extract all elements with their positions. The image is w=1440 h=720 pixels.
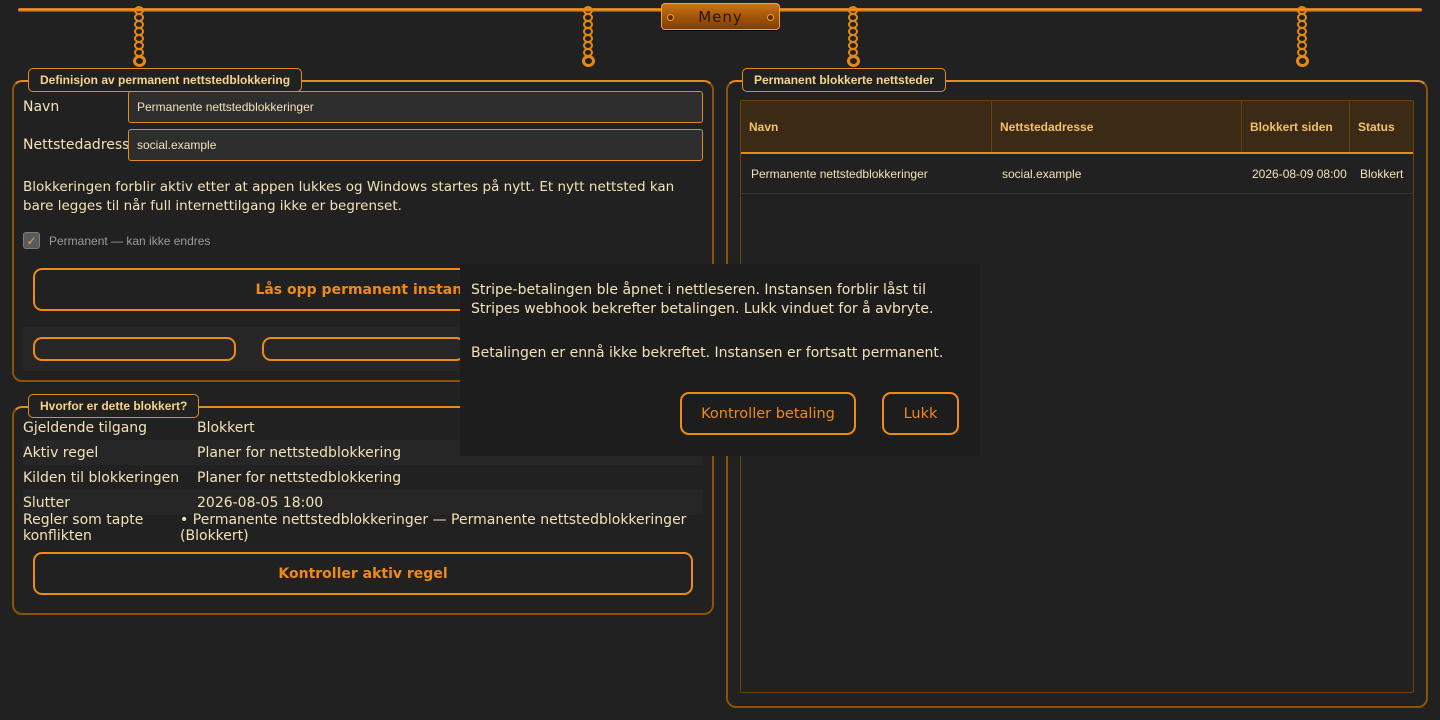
info-row: Kilden til blokkeringen Planer for nettst…	[23, 469, 402, 486]
column-header-since[interactable]: Blokkert siden	[1242, 101, 1350, 152]
permanent-checkbox-label: Permanent — kan ikke endres	[49, 233, 211, 248]
column-header-name[interactable]: Navn	[741, 101, 992, 152]
definition-description: Blokkeringen forblir aktiv etter at appe…	[23, 179, 675, 214]
check-payment-button[interactable]: Kontroller betaling	[680, 392, 856, 435]
cell-since: 2026-08-09 08:00	[1252, 166, 1347, 181]
chain-icon	[132, 6, 146, 67]
payment-dialog: Stripe-betalingen ble åpnet i nettlesere…	[460, 264, 980, 456]
permanent-checkbox-row: ✓ Permanent — kan ikke endres	[23, 232, 210, 249]
table-header: Navn Nettstedadresse Blokkert siden Stat…	[741, 101, 1413, 154]
cell-status: Blokkert	[1360, 166, 1404, 181]
cell-address: social.example	[1002, 166, 1082, 181]
check-active-rule-label: Kontroller aktiv regel	[278, 565, 448, 582]
check-active-rule-button[interactable]: Kontroller aktiv regel	[33, 552, 693, 595]
column-header-address[interactable]: Nettstedadresse	[992, 101, 1242, 152]
chain-icon	[1295, 6, 1309, 67]
dialog-status: Betalingen er ennå ikke bekreftet. Insta…	[471, 345, 944, 361]
info-row: Regler som tapte konflikten • Permanente …	[23, 511, 687, 544]
table-row[interactable]: Permanente nettstedblokkeringer social.e…	[741, 154, 1413, 194]
menu-button[interactable]: Meny	[661, 3, 780, 30]
screw-icon	[667, 14, 674, 21]
address-label: Nettstedadresse	[23, 137, 139, 153]
checkmark-icon: ✓	[26, 233, 37, 248]
close-dialog-button[interactable]: Lukk	[882, 392, 959, 435]
definition-legend: Definisjon av permanent nettstedblokkeri…	[28, 68, 303, 92]
dialog-message: Stripe-betalingen ble åpnet i nettlesere…	[471, 282, 934, 317]
cell-name: Permanente nettstedblokkeringer	[751, 166, 928, 181]
secondary-button-1[interactable]	[33, 337, 236, 361]
address-field[interactable]: social.example	[128, 129, 703, 161]
close-dialog-label: Lukk	[903, 405, 938, 422]
permanent-checkbox[interactable]: ✓	[23, 232, 40, 249]
chain-icon	[846, 6, 860, 67]
check-payment-label: Kontroller betaling	[701, 405, 835, 422]
name-label: Navn	[23, 99, 60, 115]
chain-icon	[581, 6, 595, 67]
name-field[interactable]: Permanente nettstedblokkeringer	[128, 91, 703, 123]
unlock-permanent-label: Lås opp permanent instans	[255, 281, 471, 298]
menu-button-label: Meny	[698, 7, 743, 26]
blocked-sites-legend: Permanent blokkerte nettsteder	[742, 68, 947, 92]
secondary-button-2[interactable]	[262, 337, 465, 361]
column-header-status[interactable]: Status	[1350, 101, 1413, 152]
screw-icon	[767, 14, 774, 21]
